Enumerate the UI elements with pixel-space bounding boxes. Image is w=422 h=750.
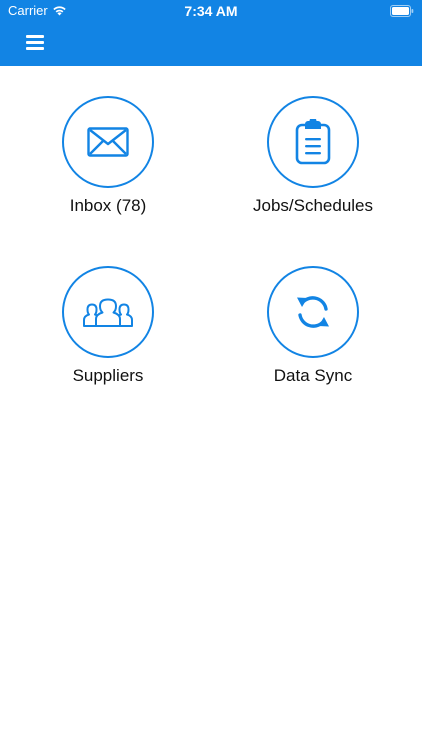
suppliers-icon-circle[interactable] [62,266,154,358]
status-time: 7:34 AM [184,3,238,19]
top-bar: Carrier 7:34 AM [0,0,422,66]
jobs-schedules-label[interactable]: Jobs/Schedules [253,196,373,216]
inbox-label[interactable]: Inbox (78) [70,196,147,216]
jobs-icon-circle[interactable] [267,96,359,188]
sync-icon [297,296,329,328]
suppliers-tile[interactable]: Suppliers [28,266,188,416]
data-sync-label[interactable]: Data Sync [274,366,352,386]
inbox-icon-circle[interactable] [62,96,154,188]
app-screen: Carrier 7:34 AM Inbox (78) Jobs/Schedule… [0,0,422,750]
battery-icon [390,5,414,17]
envelope-icon [87,127,129,157]
suppliers-label[interactable]: Suppliers [73,366,144,386]
data-sync-icon-circle[interactable] [267,266,359,358]
menu-button[interactable] [22,30,48,54]
data-sync-tile[interactable]: Data Sync [233,266,393,416]
status-bar: Carrier 7:34 AM [0,0,422,22]
clipboard-icon [295,119,331,165]
people-group-icon [83,298,133,327]
hamburger-menu-icon [26,34,44,50]
jobs-schedules-tile[interactable]: Jobs/Schedules [233,96,393,246]
inbox-tile[interactable]: Inbox (78) [28,96,188,246]
